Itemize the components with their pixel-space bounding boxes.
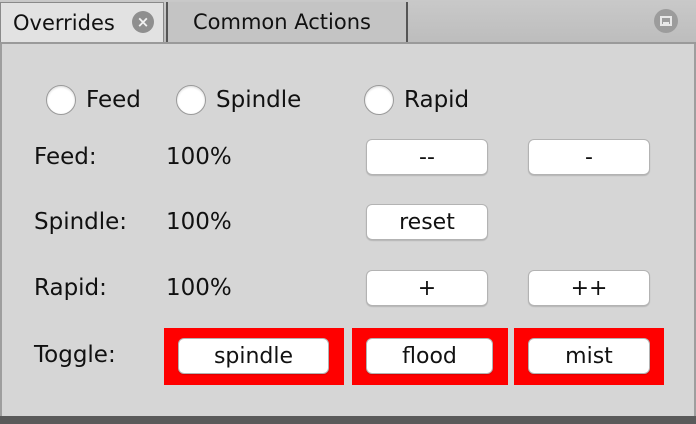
mist-toggle-button[interactable]: mist xyxy=(528,338,650,374)
radio-feed-circle[interactable] xyxy=(46,85,76,115)
tab-common-actions[interactable]: Common Actions xyxy=(166,2,408,42)
bottom-border xyxy=(0,416,696,424)
radio-spindle[interactable]: Spindle xyxy=(176,85,301,115)
coarse-increase-button[interactable]: ++ xyxy=(528,270,650,306)
rapid-label: Rapid: xyxy=(34,275,107,301)
coarse-decrease-button[interactable]: -- xyxy=(366,139,488,175)
radio-rapid-circle[interactable] xyxy=(364,85,394,115)
tab-overrides-label: Overrides xyxy=(13,10,115,35)
tab-bar: Overrides × Common Actions xyxy=(0,0,696,44)
radio-spindle-label: Spindle xyxy=(216,87,302,113)
overrides-panel: Overrides × Common Actions Feed Spindle … xyxy=(0,0,696,424)
reset-button[interactable]: reset xyxy=(366,204,488,240)
tab-common-actions-label: Common Actions xyxy=(193,10,371,34)
toggle-label: Toggle: xyxy=(34,342,116,368)
fine-increase-button[interactable]: + xyxy=(366,270,488,306)
fine-decrease-button[interactable]: - xyxy=(528,139,650,175)
spindle-value: 100% xyxy=(166,209,232,235)
radio-feed-label: Feed xyxy=(86,87,141,113)
radio-rapid[interactable]: Rapid xyxy=(364,85,469,115)
mist-toggle-highlight: mist xyxy=(514,328,664,385)
spindle-toggle-highlight: spindle xyxy=(164,328,344,385)
radio-spindle-circle[interactable] xyxy=(176,85,206,115)
rapid-value: 100% xyxy=(166,275,232,301)
minimize-window-icon[interactable] xyxy=(654,9,678,33)
spindle-label: Spindle: xyxy=(34,209,128,235)
spindle-toggle-button[interactable]: spindle xyxy=(178,338,329,374)
radio-rapid-label: Rapid xyxy=(404,87,470,113)
tab-overrides[interactable]: Overrides × xyxy=(0,2,164,42)
flood-toggle-button[interactable]: flood xyxy=(366,338,493,374)
feed-value: 100% xyxy=(166,144,232,170)
radio-feed[interactable]: Feed xyxy=(46,85,141,115)
close-tab-icon[interactable]: × xyxy=(132,11,154,33)
feed-label: Feed: xyxy=(34,144,97,170)
flood-toggle-highlight: flood xyxy=(352,328,508,385)
